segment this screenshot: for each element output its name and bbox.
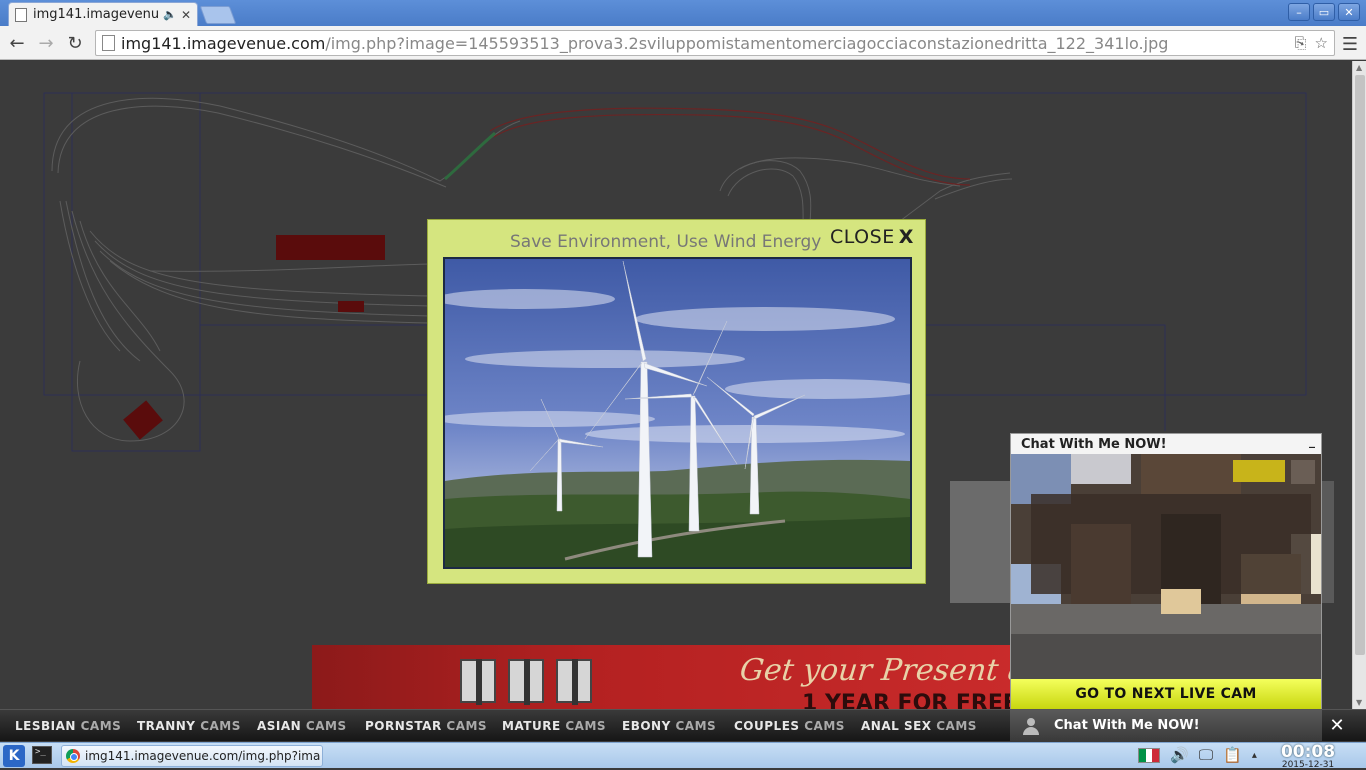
popup-caption: Save Environment, Use Wind Energy <box>510 232 822 252</box>
url-host: img141.imagevenue.com <box>121 33 326 53</box>
popup-close-label: CLOSE <box>830 226 895 248</box>
banner-headline: Get your Present and downloa <box>738 653 1012 688</box>
cam-widget-title: Chat With Me NOW! <box>1021 437 1167 452</box>
promo-banner[interactable]: Get your Present and downloa 1 YEAR FOR … <box>312 645 1012 709</box>
chrome-icon <box>66 749 80 763</box>
start-menu-icon[interactable]: K <box>3 745 25 767</box>
volume-icon[interactable]: 🔊 <box>1170 746 1189 764</box>
os-taskbar: K >_ img141.imagevenue.com/img.php?ima 🔊… <box>0 742 1366 770</box>
display-icon[interactable]: 🖵 <box>1199 746 1213 764</box>
gift-box-icon <box>460 659 496 705</box>
flag-stripe-white <box>1145 748 1153 762</box>
browser-tab[interactable]: img141.imagevenue. 🔈 ✕ <box>8 2 198 26</box>
gift-box-icon <box>508 659 544 705</box>
clock-date: 2015-12-31 <box>1281 760 1335 770</box>
scrollbar-thumb[interactable] <box>1355 75 1365 655</box>
browser-menu-icon[interactable]: ☰ <box>1342 34 1358 55</box>
cams-bar-close-icon[interactable]: ✕ <box>1323 710 1351 741</box>
translate-icon[interactable]: ⎘ <box>1295 34 1307 52</box>
cams-link-tranny[interactable]: TRANNY CAMS <box>137 719 241 733</box>
cams-link-mature[interactable]: MATURE CAMS <box>502 719 606 733</box>
close-window-button[interactable]: ✕ <box>1338 3 1360 21</box>
wind-turbines-illustration <box>445 259 910 567</box>
popup-close-button[interactable]: CLOSE X <box>830 226 914 248</box>
user-icon <box>1022 717 1040 735</box>
clipboard-icon[interactable]: 📋 <box>1223 746 1242 764</box>
cams-link-asian[interactable]: ASIAN CAMS <box>257 719 347 733</box>
overlay-shadow <box>1322 481 1334 603</box>
clock-time: 00:08 <box>1280 742 1336 762</box>
tab-audio-icon[interactable]: 🔈 <box>163 8 177 21</box>
cam-widget-header: Chat With Me NOW! _ <box>1011 434 1321 454</box>
chat-now-bar[interactable]: Chat With Me NOW! <box>1010 710 1322 741</box>
italian-flag-icon[interactable] <box>1138 747 1160 763</box>
banner-subline: 1 YEAR FOR FREE <box>802 691 1012 709</box>
cam-video-pixelated[interactable] <box>1011 454 1321 679</box>
cams-link-anal-sex[interactable]: ANAL SEX CAMS <box>861 719 977 733</box>
cams-link-ebony[interactable]: EBONY CAMS <box>622 719 716 733</box>
clock[interactable]: 00:08 2015-12-31 <box>1278 743 1338 770</box>
pixelated-video-frame <box>1011 454 1321 679</box>
live-cam-widget: Chat With Me NOW! _ GO TO NEXT LIVE CAM <box>1010 433 1322 709</box>
cams-link-pornstar[interactable]: PORNSTAR CAMS <box>365 719 487 733</box>
omnibox-actions: ⎘ ☆ <box>1295 34 1328 52</box>
cams-link-lesbian[interactable]: LESBIAN CAMS <box>15 719 121 733</box>
cams-link-couples[interactable]: COUPLES CAMS <box>734 719 845 733</box>
gift-box-icon <box>556 659 592 705</box>
taskbar-chrome-window[interactable]: img141.imagevenue.com/img.php?ima <box>61 745 323 767</box>
wind-turbines-photo[interactable] <box>443 257 912 569</box>
page-info-icon[interactable] <box>102 35 115 51</box>
wind-energy-popup: Save Environment, Use Wind Energy CLOSE X <box>427 219 926 584</box>
url-path: /img.php?image=145593513_prova3.2svilupp… <box>325 33 1169 53</box>
browser-toolbar: ← → ↻ img141.imagevenue.com /img.php?ima… <box>0 26 1366 60</box>
minimize-window-button[interactable]: – <box>1288 3 1310 21</box>
scroll-down-icon[interactable]: ▼ <box>1356 698 1362 707</box>
star-icon[interactable]: ☆ <box>1315 34 1328 52</box>
next-live-cam-button[interactable]: GO TO NEXT LIVE CAM <box>1011 679 1321 709</box>
flag-stripe-green <box>1139 748 1146 762</box>
cams-category-bar: LESBIAN CAMS TRANNY CAMS ASIAN CAMS PORN… <box>0 709 1366 741</box>
address-bar[interactable]: img141.imagevenue.com /img.php?image=145… <box>95 30 1335 56</box>
flag-stripe-red <box>1152 748 1160 762</box>
maximize-window-button[interactable]: ▭ <box>1313 3 1335 21</box>
scroll-up-icon[interactable]: ▲ <box>1356 63 1362 72</box>
page-viewport: Save Environment, Use Wind Energy CLOSE X <box>0 61 1352 709</box>
new-tab-button[interactable] <box>199 6 237 24</box>
close-x-icon: X <box>898 226 914 248</box>
system-tray: 🔊 🖵 📋 ▴ <box>1138 746 1257 764</box>
taskbar-window-title: img141.imagevenue.com/img.php?ima <box>85 749 321 763</box>
tab-close-icon[interactable]: ✕ <box>181 8 191 22</box>
back-button[interactable]: ← <box>6 32 28 54</box>
terminal-icon[interactable]: >_ <box>32 746 52 764</box>
window-controls: – ▭ ✕ <box>1288 3 1360 21</box>
tab-title: img141.imagevenue. <box>33 7 160 22</box>
chat-now-label: Chat With Me NOW! <box>1054 718 1200 733</box>
minimize-icon[interactable]: _ <box>1309 434 1315 448</box>
tray-expand-icon[interactable]: ▴ <box>1252 750 1257 761</box>
overlay-shadow <box>950 481 1010 603</box>
forward-button[interactable]: → <box>35 32 57 54</box>
vertical-scrollbar[interactable]: ▲ ▼ <box>1352 61 1366 709</box>
page-favicon-icon <box>15 7 27 22</box>
tab-strip: img141.imagevenue. 🔈 ✕ – ▭ ✕ <box>0 0 1366 26</box>
reload-button[interactable]: ↻ <box>64 32 86 54</box>
